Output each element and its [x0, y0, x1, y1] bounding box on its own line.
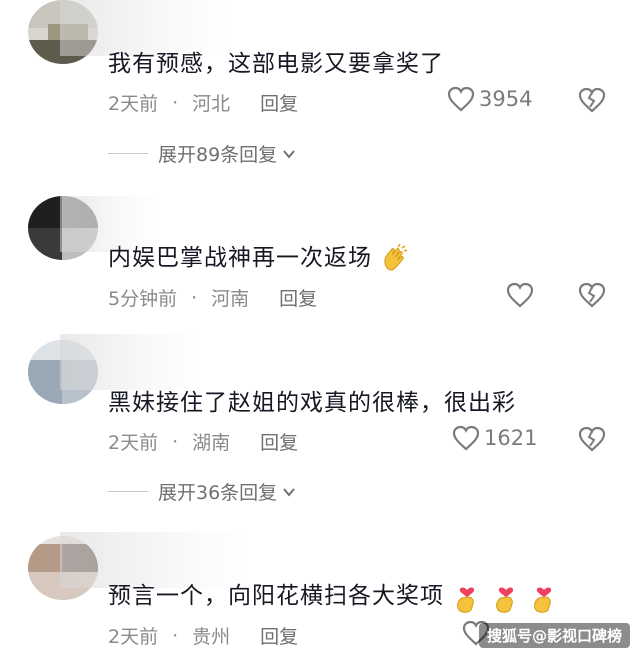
chevron-down-icon: [283, 149, 295, 159]
separator: ·: [191, 286, 198, 309]
comment-time: 2天前: [108, 93, 159, 115]
like-button[interactable]: 1621: [452, 425, 537, 451]
like-count: 1621: [484, 426, 538, 450]
comment-text-content: 预言一个，向阳花横扫各大奖项: [108, 583, 444, 609]
like-count: 3954: [479, 87, 533, 111]
reply-button[interactable]: 回复: [260, 622, 298, 649]
comment-time: 5分钟前: [108, 288, 178, 310]
expand-replies-button[interactable]: 展开89条回复: [108, 140, 297, 167]
comment-location: 河南: [211, 288, 250, 310]
comment-location: 贵州: [192, 626, 231, 648]
heart-icon: [447, 86, 475, 112]
divider: [108, 491, 148, 492]
comment-time: 2天前: [108, 432, 159, 454]
separator: ·: [172, 624, 179, 647]
expand-replies-label: 展开36条回复: [158, 482, 278, 504]
dislike-icon[interactable]: [578, 282, 606, 308]
comment-location: 湖南: [192, 432, 231, 454]
heart-icon: [506, 282, 534, 308]
chevron-down-icon: [283, 487, 295, 497]
watermark: 搜狐号@影视口碑榜: [478, 623, 630, 648]
divider: [108, 153, 148, 154]
comment-location: 河北: [192, 93, 231, 115]
comment-time: 2天前: [108, 626, 159, 648]
comment-meta: 2天前 · 河北 回复: [108, 89, 298, 116]
dislike-icon[interactable]: [578, 87, 606, 113]
finger-heart-icon: [457, 586, 475, 613]
reply-button[interactable]: 回复: [260, 428, 298, 455]
clapping-hands-icon: [384, 243, 408, 270]
expand-replies-button[interactable]: 展开36条回复: [108, 478, 297, 505]
finger-heart-icon: [534, 586, 552, 613]
blurred-username: [60, 334, 200, 390]
comment-text: 内娱巴掌战神再一次返场: [108, 238, 412, 275]
comment-text: 黑妹接住了赵姐的戏真的很棒，很出彩: [108, 390, 516, 416]
expand-replies-label: 展开89条回复: [158, 144, 278, 166]
reply-button[interactable]: 回复: [260, 89, 298, 116]
separator: ·: [172, 91, 179, 114]
like-button[interactable]: [506, 282, 538, 308]
separator: ·: [172, 430, 179, 453]
comment-meta: 2天前 · 湖南 回复: [108, 428, 298, 455]
comment-meta: 5分钟前 · 河南 回复: [108, 284, 317, 311]
finger-heart-icon: [495, 586, 513, 613]
heart-icon: [452, 425, 480, 451]
comment-text-content: 内娱巴掌战神再一次返场: [108, 245, 372, 271]
comment-text: 预言一个，向阳花横扫各大奖项: [108, 576, 559, 614]
comment-text: 我有预感，这部电影又要拿奖了: [108, 51, 444, 77]
dislike-icon[interactable]: [578, 426, 606, 452]
like-button[interactable]: 3954: [447, 86, 532, 112]
reply-button[interactable]: 回复: [279, 284, 317, 311]
comment-meta: 2天前 · 贵州 回复: [108, 622, 298, 649]
